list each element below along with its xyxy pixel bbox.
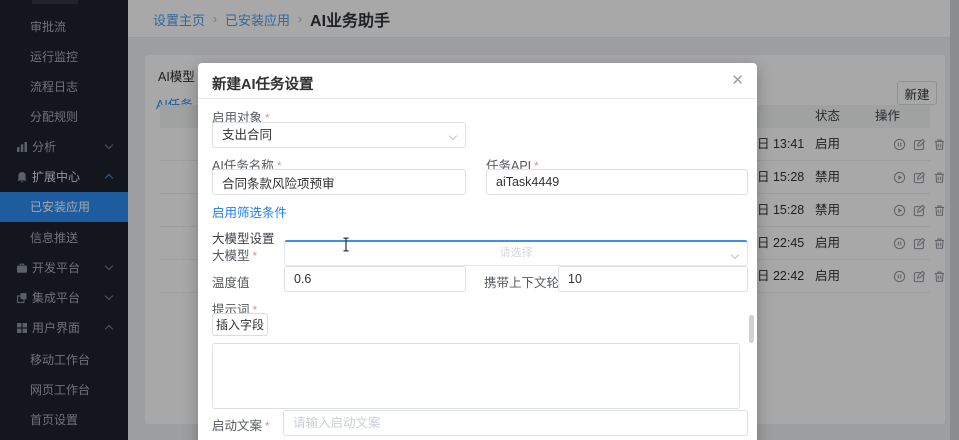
model-label: 大模型	[212, 245, 257, 264]
dialog-scrollbar-thumb[interactable]	[749, 315, 754, 343]
temperature-input[interactable]	[284, 266, 466, 292]
dialog-header: 新建AI任务设置 ✕	[198, 63, 757, 99]
temperature-label: 温度值	[212, 272, 250, 291]
task-name-input[interactable]	[212, 169, 466, 195]
enable-object-value: 支出合同	[222, 128, 272, 142]
insert-field-button[interactable]: 插入字段	[212, 313, 268, 336]
context-rounds-input[interactable]	[558, 266, 748, 292]
app-window: 审批流运行监控流程日志分配规则分析扩展中心已安装应用信息推送开发平台集成平台用户…	[0, 0, 959, 440]
model-select[interactable]: 请选择	[284, 240, 748, 266]
dialog-title: 新建AI任务设置	[212, 73, 314, 94]
prompt-textarea[interactable]	[212, 343, 740, 409]
launch-text-input[interactable]	[283, 410, 748, 436]
task-api-input[interactable]	[486, 169, 748, 195]
text-cursor-pointer	[341, 237, 351, 252]
enable-object-select[interactable]: 支出合同	[212, 122, 466, 148]
launch-text-label: 启动文案	[212, 415, 270, 434]
enable-filter-link[interactable]: 启用筛选条件	[212, 202, 287, 221]
model-select-placeholder: 请选择	[294, 242, 738, 264]
chevron-down-icon	[449, 132, 457, 140]
close-icon[interactable]: ✕	[731, 71, 744, 91]
new-ai-task-dialog: 新建AI任务设置 ✕ 启用对象 支出合同 AI任务名称 任务API 启用筛选条件…	[198, 63, 757, 440]
